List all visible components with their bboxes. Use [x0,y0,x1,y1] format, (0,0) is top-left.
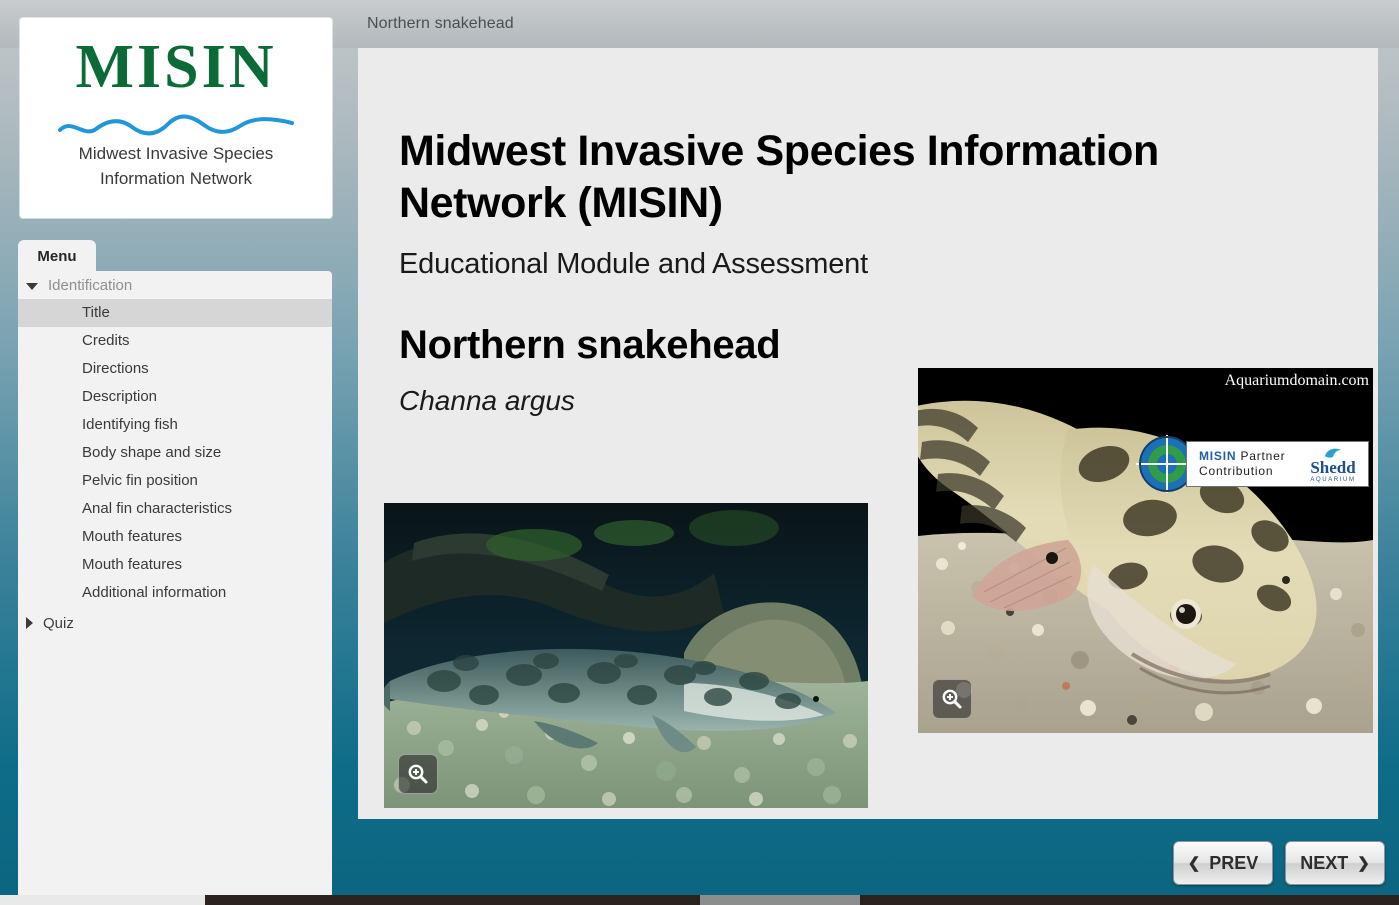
sidebar-item-mouth-features-2[interactable]: Mouth features [18,551,332,579]
partner-badge-text: MISIN Partner Contribution [1199,449,1285,479]
misin-logo-subtitle: Midwest Invasive Species Information Net… [78,144,274,188]
partner-badge-box: MISIN Partner Contribution Shedd AQUARIU… [1186,441,1369,487]
magnify-plus-icon[interactable] [932,679,972,719]
sidebar-group-label: Identification [48,276,133,294]
sidebar-group-label: Quiz [43,614,74,632]
sidebar-group-quiz[interactable]: Quiz [18,609,332,637]
prev-button-label: PREV [1209,852,1259,873]
sidebar-item-credits[interactable]: Credits [18,327,332,355]
magnify-plus-glyph [942,689,962,709]
sidebar-item-pelvic-fin-position[interactable]: Pelvic fin position [18,467,332,495]
bottom-strip-segment-center [700,895,860,905]
bottom-strip-segment-left [0,895,205,905]
slide-content-panel: Midwest Invasive Species Information Net… [358,48,1378,819]
photo-watermark: Aquariumdomain.com [1224,372,1369,389]
misin-logo: MISIN Midwest Invasive Species Informati… [20,18,332,218]
species-scientific-name: Channa argus [399,385,575,416]
chevron-down-icon [26,282,38,290]
chevron-right-icon: ❯ [1357,855,1370,872]
snakehead-full-body-photo[interactable] [384,503,868,808]
badge-line1-rest: Partner [1236,449,1286,463]
menu-tab[interactable]: Menu [18,240,96,272]
elearning-module-window: Northern snakehead MISIN Midwest Invasiv… [0,0,1399,905]
snakehead-head-closeup-photo[interactable]: Aquariumdomain.com [918,368,1373,733]
magnify-plus-glyph [408,764,428,784]
browser-bottom-strip [0,895,1399,905]
prev-button[interactable]: ❮ PREV [1173,841,1273,885]
magnify-plus-icon[interactable] [398,754,438,794]
photo-artwork [918,368,1373,733]
sidebar: MISIN Midwest Invasive Species Informati… [14,10,334,900]
sidebar-item-description[interactable]: Description [18,383,332,411]
misin-partner-badge: MISIN Partner Contribution Shedd AQUARIU… [1136,435,1369,493]
photo-artwork [384,503,868,808]
menu-panel: Identification Title Credits Directions … [18,271,332,900]
sidebar-item-identifying-fish[interactable]: Identifying fish [18,411,332,439]
sidebar-item-anal-fin-characteristics[interactable]: Anal fin characteristics [18,495,332,523]
sidebar-item-mouth-features-1[interactable]: Mouth features [18,523,332,551]
sidebar-group-identification[interactable]: Identification [18,271,332,299]
shedd-name: Shedd [1310,458,1356,477]
shedd-subtitle: AQUARIUM [1310,477,1356,483]
sidebar-item-directions[interactable]: Directions [18,355,332,383]
page-title: Northern snakehead [367,15,514,32]
chevron-right-icon [26,617,33,629]
chevron-left-icon: ❮ [1187,855,1201,872]
shedd-aquarium-logo: Shedd AQUARIUM [1302,446,1364,484]
badge-brand: MISIN [1199,449,1237,463]
misin-wordmark: MISIN [75,33,277,101]
wave-graphic [58,114,294,136]
next-button[interactable]: NEXT ❯ [1285,841,1385,885]
badge-line2: Contribution [1199,464,1274,478]
module-subtitle: Educational Module and Assessment [399,248,868,280]
module-org-title: Midwest Invasive Species Information Net… [399,127,1159,228]
next-button-label: NEXT [1300,852,1349,873]
sidebar-item-body-shape-and-size[interactable]: Body shape and size [18,439,332,467]
sidebar-item-title[interactable]: Title [18,299,332,327]
sidebar-item-additional-information[interactable]: Additional information [18,579,332,607]
species-common-name: Northern snakehead [399,323,781,367]
